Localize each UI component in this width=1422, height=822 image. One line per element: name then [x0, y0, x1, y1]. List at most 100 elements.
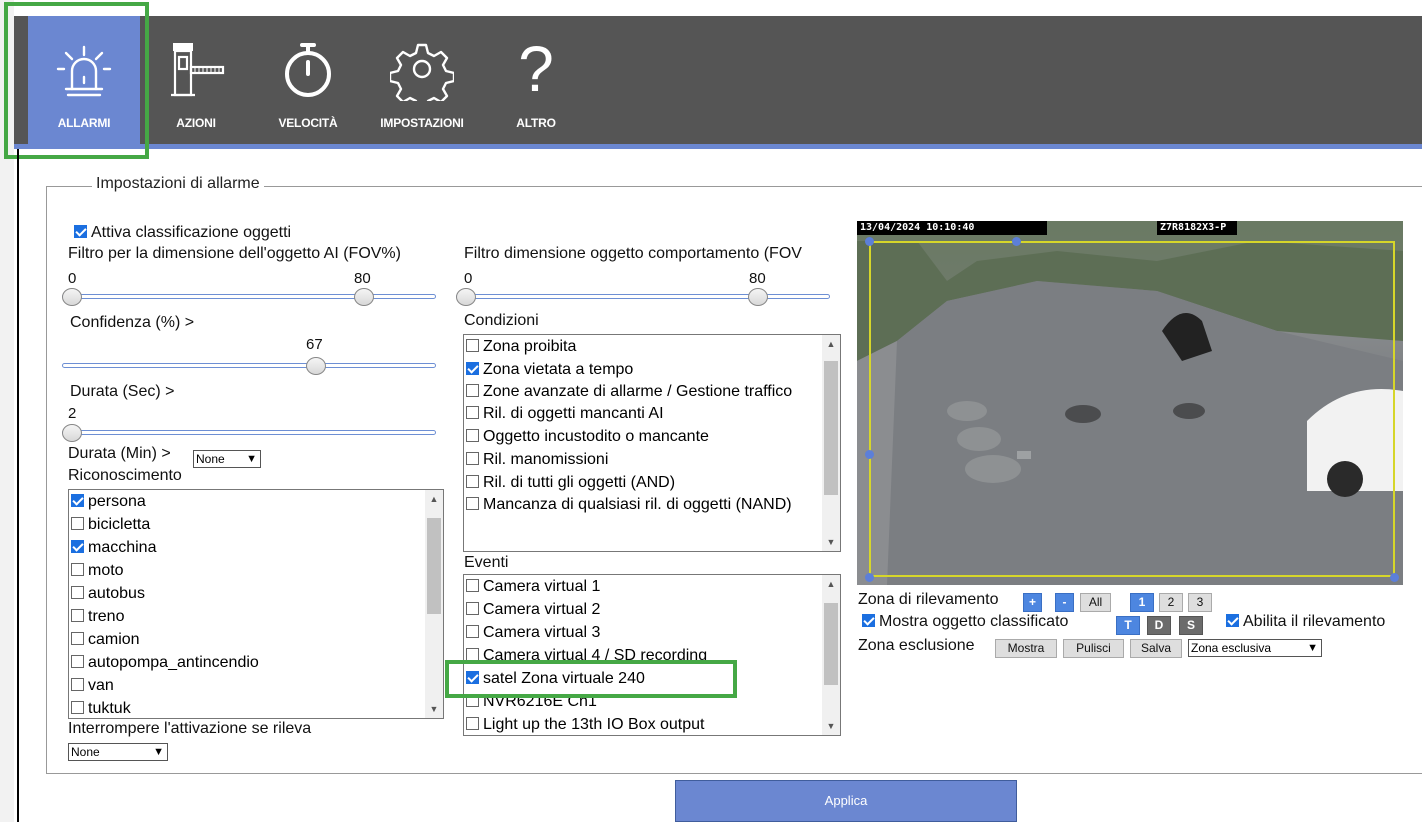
zone-3-button[interactable]: 3: [1188, 593, 1212, 612]
scroll-up-icon[interactable]: ▲: [425, 490, 443, 508]
list-item[interactable]: treno: [69, 605, 425, 628]
list-item[interactable]: persona: [69, 490, 425, 513]
show-classified-checkbox[interactable]: Mostra oggetto classificato: [862, 613, 1068, 631]
checkbox[interactable]: [466, 497, 479, 510]
scroll-thumb[interactable]: [824, 361, 838, 495]
show-exclusion-button[interactable]: Mostra: [995, 639, 1057, 658]
checkbox[interactable]: [466, 602, 479, 615]
checkbox[interactable]: [466, 384, 479, 397]
tab-velocita[interactable]: VELOCITÀ: [252, 16, 364, 144]
checkbox[interactable]: [71, 563, 84, 576]
enable-detection-checkbox[interactable]: Abilita il rilevamento: [1226, 613, 1385, 631]
slider-min-handle[interactable]: [456, 288, 476, 306]
checkbox[interactable]: [466, 339, 479, 352]
scroll-thumb[interactable]: [824, 603, 838, 685]
clear-exclusion-button[interactable]: Pulisci: [1063, 639, 1124, 658]
conditions-listbox[interactable]: Zona proibita Zona vietata a tempo Zone av…: [463, 334, 841, 552]
checkbox[interactable]: [71, 701, 84, 714]
slider-handle[interactable]: [62, 424, 82, 442]
checkbox[interactable]: [466, 362, 479, 375]
checkbox[interactable]: [466, 579, 479, 592]
scrollbar[interactable]: ▲ ▼: [425, 490, 443, 718]
confidence-slider[interactable]: [62, 357, 436, 375]
behavior-size-range-slider[interactable]: [456, 288, 830, 306]
camera-preview[interactable]: 13/04/2024 10:10:40 Z7R8182X3-P: [857, 221, 1403, 585]
checkbox[interactable]: [74, 225, 87, 238]
list-item[interactable]: Oggetto incustodito o mancante: [464, 425, 822, 448]
s-button[interactable]: S: [1179, 616, 1203, 635]
zone-handle[interactable]: [865, 237, 874, 246]
duration-min-select[interactable]: None ▼: [193, 450, 261, 468]
object-classification-checkbox[interactable]: Attiva classificazione oggetti: [74, 224, 291, 242]
list-item[interactable]: Light up the 13th IO Box output: [464, 713, 822, 735]
save-exclusion-button[interactable]: Salva: [1130, 639, 1182, 658]
scrollbar[interactable]: ▲ ▼: [822, 575, 840, 735]
zone-2-button[interactable]: 2: [1159, 593, 1183, 612]
tab-azioni[interactable]: AZIONI: [140, 16, 252, 144]
checkbox[interactable]: [466, 429, 479, 442]
list-item[interactable]: Zone avanzate di allarme / Gestione traf…: [464, 381, 822, 402]
zone-remove-button[interactable]: -: [1055, 593, 1074, 612]
checkbox[interactable]: [71, 494, 84, 507]
checkbox[interactable]: [71, 517, 84, 530]
list-item[interactable]: camion: [69, 628, 425, 651]
list-item[interactable]: macchina: [69, 536, 425, 559]
list-item[interactable]: Ril. di tutti gli oggetti (AND): [464, 471, 822, 494]
events-listbox[interactable]: Camera virtual 1 Camera virtual 2 Camera v…: [463, 574, 841, 736]
list-item[interactable]: Camera virtual 1: [464, 575, 822, 598]
exclusion-zone-select[interactable]: Zona esclusiva ▼: [1188, 639, 1322, 657]
checkbox[interactable]: [71, 609, 84, 622]
checkbox[interactable]: [71, 540, 84, 553]
list-item[interactable]: autobus: [69, 582, 425, 605]
zone-handle[interactable]: [865, 450, 874, 459]
list-item[interactable]: van: [69, 674, 425, 697]
zone-all-button[interactable]: All: [1080, 593, 1111, 612]
checkbox[interactable]: [71, 632, 84, 645]
list-item[interactable]: tuktuk: [69, 697, 425, 718]
scrollbar[interactable]: ▲ ▼: [822, 335, 840, 551]
list-item[interactable]: Camera virtual 2: [464, 598, 822, 621]
recognition-listbox[interactable]: persona bicicletta macchina moto autobus tren…: [68, 489, 444, 719]
checkbox[interactable]: [862, 614, 875, 627]
checkbox[interactable]: [466, 475, 479, 488]
list-item[interactable]: bicicletta: [69, 513, 425, 536]
scroll-up-icon[interactable]: ▲: [822, 575, 840, 593]
checkbox[interactable]: [71, 586, 84, 599]
list-item[interactable]: Zona vietata a tempo: [464, 358, 822, 381]
zone-add-button[interactable]: +: [1023, 593, 1042, 612]
checkbox[interactable]: [466, 406, 479, 419]
detection-zone-rect[interactable]: [869, 241, 1395, 577]
checkbox[interactable]: [466, 452, 479, 465]
list-item[interactable]: Ril. di oggetti mancanti AI: [464, 402, 822, 425]
slider-max-handle[interactable]: [354, 288, 374, 306]
list-item[interactable]: autopompa_antincendio: [69, 651, 425, 674]
scroll-down-icon[interactable]: ▼: [425, 700, 443, 718]
d-button[interactable]: D: [1147, 616, 1171, 635]
slider-max-handle[interactable]: [748, 288, 768, 306]
zone-handle[interactable]: [1012, 237, 1021, 246]
list-item[interactable]: Camera virtual 3: [464, 621, 822, 644]
interrupt-select[interactable]: None ▼: [68, 743, 168, 761]
duration-sec-slider[interactable]: [62, 424, 436, 442]
t-button[interactable]: T: [1116, 616, 1140, 635]
scroll-down-icon[interactable]: ▼: [822, 533, 840, 551]
slider-handle[interactable]: [306, 357, 326, 375]
tab-altro[interactable]: ? ALTRO: [480, 16, 592, 144]
list-item[interactable]: moto: [69, 559, 425, 582]
checkbox[interactable]: [71, 655, 84, 668]
zone-handle[interactable]: [865, 573, 874, 582]
ai-size-range-slider[interactable]: [62, 288, 436, 306]
apply-button[interactable]: Applica: [675, 780, 1017, 822]
checkbox[interactable]: [466, 717, 479, 730]
scroll-thumb[interactable]: [427, 518, 441, 614]
list-item[interactable]: Mancanza di qualsiasi ril. di oggetti (N…: [464, 494, 822, 515]
list-item[interactable]: Zona proibita: [464, 335, 822, 358]
checkbox[interactable]: [466, 625, 479, 638]
scroll-down-icon[interactable]: ▼: [822, 717, 840, 735]
checkbox[interactable]: [71, 678, 84, 691]
slider-min-handle[interactable]: [62, 288, 82, 306]
tab-impostazioni[interactable]: IMPOSTAZIONI: [364, 16, 480, 144]
zone-handle[interactable]: [1390, 573, 1399, 582]
scroll-up-icon[interactable]: ▲: [822, 335, 840, 353]
checkbox[interactable]: [1226, 614, 1239, 627]
